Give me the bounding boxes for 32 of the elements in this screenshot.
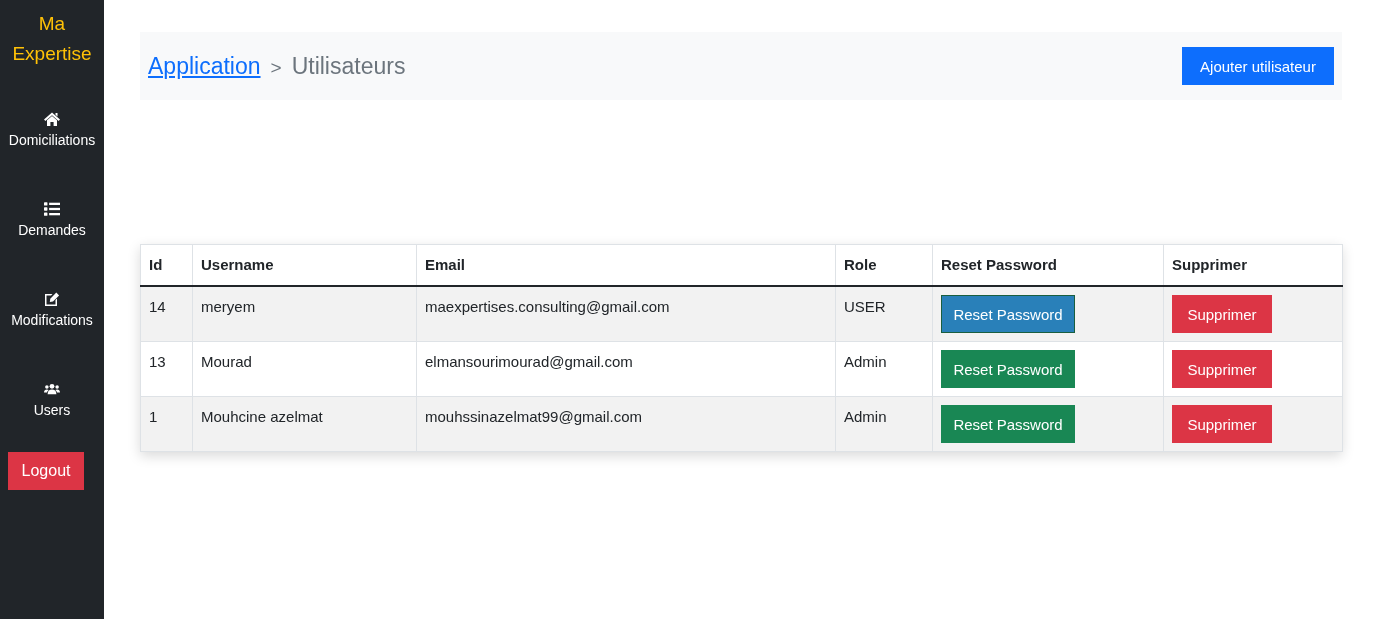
delete-button[interactable]: Supprimer xyxy=(1172,405,1272,443)
delete-button[interactable]: Supprimer xyxy=(1172,295,1272,333)
reset-password-button[interactable]: Reset Password xyxy=(941,405,1075,443)
sidebar-nav-item[interactable]: Modifications xyxy=(0,280,104,334)
table-cell: 14 xyxy=(140,286,193,342)
table-cell: elmansourimourad@gmail.com xyxy=(416,341,836,397)
list-icon xyxy=(44,202,60,216)
delete-button[interactable]: Supprimer xyxy=(1172,350,1272,388)
brand-logo-text: Ma Expertise xyxy=(11,12,93,66)
users-icon xyxy=(44,382,60,396)
table-cell: Mouhcine azelmat xyxy=(192,396,417,452)
reset-password-button[interactable]: Reset Password xyxy=(941,350,1075,388)
table-cell: mouhssinazelmat99@gmail.com xyxy=(416,396,836,452)
home-icon xyxy=(44,112,60,126)
sidebar-nav-item[interactable]: Users xyxy=(0,370,104,424)
table-cell: maexpertises.consulting@gmail.com xyxy=(416,286,836,342)
table-cell: meryem xyxy=(192,286,417,342)
sidebar-nav-item[interactable]: Domiciliations xyxy=(0,100,104,154)
table-cell: Admin xyxy=(835,396,933,452)
breadcrumb-current-page: Utilisateurs xyxy=(291,52,406,80)
breadcrumb-separator: > xyxy=(270,56,282,79)
sidebar-nav-item[interactable]: Demandes xyxy=(0,190,104,244)
table-cell: 1 xyxy=(140,396,193,452)
reset-password-button[interactable]: Reset Password xyxy=(941,295,1075,333)
table-cell: 13 xyxy=(140,341,193,397)
logout-button[interactable]: Logout xyxy=(8,452,84,490)
table-cell: USER xyxy=(835,286,933,342)
add-user-button[interactable]: Ajouter utilisateur xyxy=(1182,47,1334,85)
breadcrumb-link[interactable]: Application xyxy=(148,52,261,80)
table-cell: Admin xyxy=(835,341,933,397)
table-cell: Mourad xyxy=(192,341,417,397)
edit-icon xyxy=(44,292,60,306)
